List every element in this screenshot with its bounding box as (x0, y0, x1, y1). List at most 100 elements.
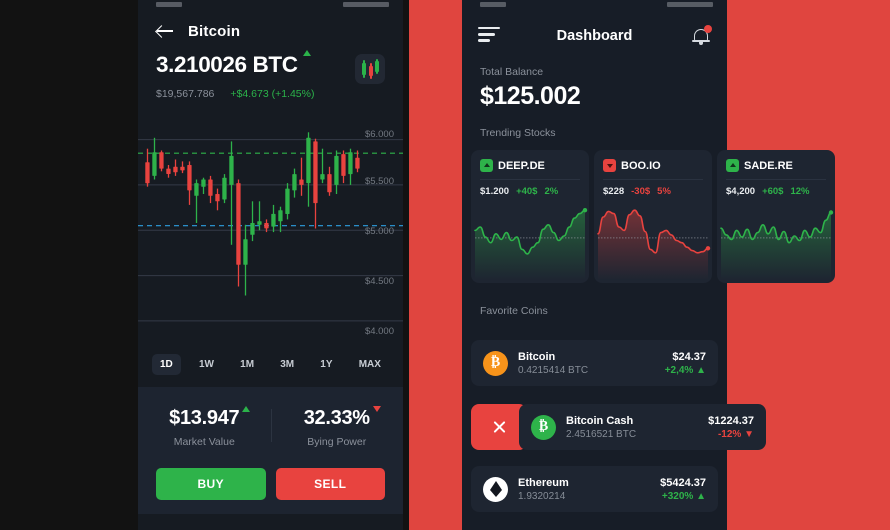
status-bar-time (156, 2, 182, 7)
stage: Bitcoin 3.210026 BTC $19,567.786 +$4.673… (0, 0, 890, 530)
stock-price: $1.200 (480, 186, 510, 197)
favorite-coins-label: Favorite Coins (480, 305, 548, 317)
stock-change: -30$ (631, 186, 651, 197)
total-balance-value: $125.002 (480, 82, 581, 110)
coin-name: Bitcoin (518, 350, 556, 363)
y-label-0: $6.000 (364, 129, 394, 140)
range-1m[interactable]: 1M (232, 354, 262, 375)
trending-card[interactable]: BOO.IO $228 -30$ 5% (594, 150, 712, 283)
stock-change: +60$ (762, 186, 784, 197)
coin-amount: 1.9320214 (518, 490, 566, 502)
market-value-text: $13.947 (169, 407, 240, 429)
list-item[interactable]: ₿ Bitcoin 0.4215414 BTC $24.37 +2,4% ▲ (471, 340, 718, 386)
stat-buying-power: 32.33% Bying Power (270, 406, 404, 448)
price-change: +$4.673 (+1.45%) (230, 88, 315, 100)
coin-amount: 2.4516521 BTC (566, 428, 637, 440)
left-header: Bitcoin (138, 12, 403, 44)
price-row: 3.210026 BTC (138, 44, 403, 84)
list-item[interactable]: ₿ Bitcoin Cash 2.4516521 BTC $1224.37 -1… (519, 404, 766, 450)
range-3m[interactable]: 3M (272, 354, 302, 375)
coin-price: $5424.37 (660, 476, 706, 489)
stat-market-value: $13.947 Market Value (138, 406, 271, 448)
trend-up-icon (480, 159, 493, 172)
status-bar-right (462, 0, 727, 12)
trend-down-icon (372, 406, 381, 412)
coin-change: -12% ▼ (717, 428, 754, 440)
coin-change: +2,4% ▲ (664, 364, 706, 376)
dashboard-title: Dashboard (556, 28, 633, 44)
coin-info: Bitcoin Cash 2.4516521 BTC (566, 415, 636, 440)
stock-symbol: BOO.IO (621, 159, 661, 172)
back-arrow-icon[interactable] (156, 22, 174, 40)
stock-percent: 5% (657, 186, 671, 197)
ethereum-icon (483, 476, 508, 502)
stock-symbol: SADE.RE (744, 159, 793, 172)
y-label-1: $5.500 (364, 176, 394, 187)
stock-price: $228 (603, 186, 625, 197)
trending-card[interactable]: SADE.RE $4,200 +60$ 12% (717, 150, 835, 283)
price-subrow: $19,567.786 +$4.673 (+1.45%) (138, 84, 403, 100)
candlestick-chart[interactable]: $6.000 $5.500 $5.000 $4.500 $4.000 (138, 114, 403, 344)
bell-icon[interactable] (691, 25, 712, 47)
range-1y[interactable]: 1Y (312, 354, 340, 375)
trend-down-icon (603, 159, 616, 172)
coin-values: $24.37 +2,4% ▲ (665, 351, 706, 376)
market-value: $13.947 (169, 406, 251, 430)
buying-power-label: Bying Power (307, 436, 367, 448)
y-label-4: $4.000 (364, 326, 394, 337)
range-1w[interactable]: 1W (191, 354, 222, 375)
coin-info: Bitcoin 0.4215414 BTC (518, 351, 588, 376)
coin-values: $1224.37 -12% ▼ (708, 415, 754, 440)
time-range-selector[interactable]: 1D 1W 1M 3M 1Y MAX (138, 344, 403, 387)
status-bar-indicators (667, 2, 713, 7)
stock-price: $4,200 (726, 186, 756, 197)
usd-value: $19,567.786 (156, 88, 215, 100)
market-value-label: Market Value (173, 436, 235, 448)
stats-row: $13.947 Market Value 32.33% Bying Power (138, 406, 404, 448)
trend-up-icon (242, 406, 251, 412)
status-bar-left (138, 0, 403, 12)
notification-badge (704, 25, 712, 33)
phone-right: Dashboard Total Balance $125.002 Trendin… (462, 0, 890, 530)
y-label-3: $4.500 (364, 276, 394, 287)
sell-button[interactable]: SELL (275, 468, 385, 500)
candlestick-icon[interactable] (355, 54, 385, 84)
trade-actions: BUY SELL (138, 448, 403, 500)
sparkline-chart (717, 202, 835, 283)
stock-change: +40$ (516, 186, 538, 197)
btc-amount: 3.210026 BTC (156, 50, 311, 78)
sparkline-chart (471, 202, 589, 283)
buying-power-value: 32.33% (303, 406, 381, 430)
bitcoin-icon: ₿ (483, 350, 508, 376)
candlestick-svg (138, 132, 403, 322)
hamburger-icon[interactable] (478, 26, 500, 46)
list-item[interactable]: Ethereum 1.9320214 $5424.37 +320% ▲ (471, 466, 718, 512)
y-label-2: $5.000 (364, 226, 394, 237)
range-max[interactable]: MAX (351, 354, 389, 375)
total-balance-label: Total Balance (480, 66, 544, 78)
trend-up-icon (302, 50, 311, 56)
right-header: Dashboard (462, 12, 727, 54)
coin-price: $24.37 (672, 350, 706, 363)
status-bar-indicators (343, 2, 389, 7)
stock-symbol: DEEP.DE (498, 159, 545, 172)
coin-info: Ethereum 1.9320214 (518, 477, 569, 502)
bitcoin-cash-icon: ₿ (531, 414, 556, 440)
stats-panel: $13.947 Market Value 32.33% Bying Power … (138, 387, 403, 514)
coin-values: $5424.37 +320% ▲ (660, 477, 706, 502)
coin-name: Bitcoin Cash (566, 414, 634, 427)
phone-left: Bitcoin 3.210026 BTC $19,567.786 +$4.673… (138, 0, 403, 530)
coin-name: Ethereum (518, 476, 569, 489)
buy-button[interactable]: BUY (156, 468, 266, 500)
btc-amount-text: 3.210026 BTC (156, 52, 298, 77)
sparkline-chart (594, 202, 712, 283)
stock-percent: 2% (544, 186, 559, 197)
trending-stocks-label: Trending Stocks (480, 127, 556, 139)
trending-stocks-carousel[interactable]: DEEP.DE $1.200 +40$ 2% BOO.IO $228 -30$ 5% SADE.… (462, 150, 890, 290)
trend-up-icon (726, 159, 739, 172)
coin-amount: 0.4215414 BTC (518, 364, 589, 376)
trending-card[interactable]: DEEP.DE $1.200 +40$ 2% (471, 150, 589, 283)
status-bar-time (480, 2, 506, 7)
range-1d[interactable]: 1D (152, 354, 181, 375)
buying-power-text: 32.33% (303, 407, 370, 429)
